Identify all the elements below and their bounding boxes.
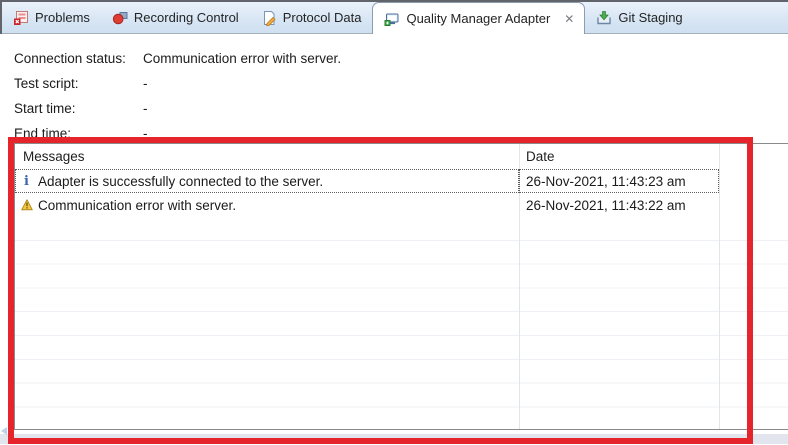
status-row-connection: Connection status: Communication error w… [14, 46, 341, 71]
protocol-data-icon [261, 10, 277, 26]
message-date: 26-Nov-2021, 11:43:23 am [519, 169, 719, 193]
messages-table: Messages Date i Adapter is successfully … [14, 143, 788, 430]
table-row[interactable]: i Adapter is successfully connected to t… [15, 169, 719, 193]
table-row[interactable]: Communication error with server. 26-Nov-… [15, 193, 719, 217]
tab-protocol-data[interactable]: Protocol Data [250, 2, 373, 33]
column-header-date[interactable]: Date [519, 149, 719, 164]
tab-label: Problems [35, 10, 90, 25]
tab-recording-control[interactable]: Recording Control [101, 2, 250, 33]
status-label: Test script: [14, 76, 143, 91]
info-icon: i [20, 175, 33, 188]
message-text: Adapter is successfully connected to the… [38, 174, 323, 189]
view-tab-bar: Problems Recording Control Protocol Data [2, 2, 788, 34]
recording-control-icon [112, 10, 128, 26]
message-text: Communication error with server. [38, 198, 236, 213]
adapter-status-panel: Connection status: Communication error w… [14, 46, 341, 146]
column-header-messages[interactable]: Messages [15, 149, 519, 164]
tab-git-staging[interactable]: Git Staging [585, 2, 693, 33]
quality-manager-adapter-icon [384, 11, 400, 27]
status-value: Communication error with server. [143, 51, 341, 66]
tab-label: Recording Control [134, 10, 239, 25]
tab-quality-manager-adapter[interactable]: Quality Manager Adapter ✕ [372, 2, 585, 34]
status-row-start-time: Start time: - [14, 96, 341, 121]
tab-label: Protocol Data [283, 10, 362, 25]
git-staging-icon [596, 10, 612, 26]
message-date: 26-Nov-2021, 11:43:22 am [519, 193, 719, 217]
empty-rows-grid [15, 217, 788, 429]
status-label: Start time: [14, 101, 143, 116]
status-label: Connection status: [14, 51, 143, 66]
close-icon[interactable]: ✕ [562, 13, 576, 25]
horizontal-scrollbar[interactable] [0, 434, 788, 444]
warning-icon [20, 199, 33, 211]
status-row-test-script: Test script: - [14, 71, 341, 96]
tab-label: Quality Manager Adapter [406, 11, 550, 26]
status-value: - [143, 101, 148, 116]
tab-label: Git Staging [618, 10, 682, 25]
status-label: End time: [14, 126, 143, 141]
column-divider[interactable] [719, 144, 720, 429]
status-value: - [143, 126, 148, 141]
tab-problems[interactable]: Problems [2, 2, 101, 33]
scroll-left-arrow-icon[interactable] [1, 427, 7, 435]
status-value: - [143, 76, 148, 91]
table-header: Messages Date [15, 144, 788, 169]
problems-icon [13, 10, 29, 26]
